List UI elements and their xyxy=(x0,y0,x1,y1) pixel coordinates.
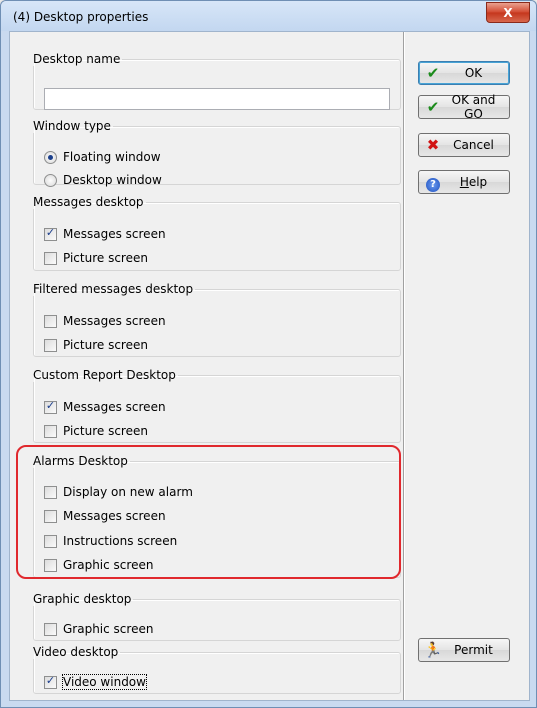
group-legend: Video desktop xyxy=(33,645,119,659)
checkbox-label: Display on new alarm xyxy=(63,485,193,499)
red-x-icon: ✖ xyxy=(426,136,440,154)
radio-label: Floating window xyxy=(63,150,161,164)
group-legend: Custom Report Desktop xyxy=(33,368,176,382)
help-button[interactable]: ? Help xyxy=(418,170,510,194)
radio-label: Desktop window xyxy=(63,173,162,187)
alarms-display-on-new-alarm-checkbox[interactable]: Display on new alarm xyxy=(44,484,193,500)
ok-and-go-button[interactable]: ✔ OK and GO xyxy=(418,93,510,121)
graphic-desktop-graphic-screen-checkbox[interactable]: Graphic screen xyxy=(44,621,153,637)
checkbox-label: Video window xyxy=(62,674,147,690)
radio-button[interactable] xyxy=(44,150,57,164)
checkbox-label: Messages screen xyxy=(63,314,166,328)
running-man-icon: 🏃 xyxy=(423,641,443,659)
video-desktop-group: Video desktop Video window xyxy=(33,645,401,694)
cancel-button[interactable]: ✖ Cancel xyxy=(418,133,510,157)
help-label-rest: elp xyxy=(468,175,488,189)
checkbox[interactable] xyxy=(44,674,57,689)
messages-desktop-group: Messages desktop Messages screen Picture… xyxy=(33,195,401,271)
checkbox-label: Messages screen xyxy=(63,227,166,241)
help-icon: ? xyxy=(422,173,444,192)
button-label: Cancel xyxy=(453,138,494,152)
close-button[interactable]: X xyxy=(486,2,530,23)
messages-desktop-messages-screen-checkbox[interactable]: Messages screen xyxy=(44,226,166,242)
checkbox-label: Picture screen xyxy=(63,251,148,265)
group-legend: Alarms Desktop xyxy=(33,454,128,468)
group-legend: Graphic desktop xyxy=(33,592,132,606)
checkbox[interactable] xyxy=(44,534,57,548)
close-icon: X xyxy=(503,5,513,20)
alarms-graphic-screen-checkbox[interactable]: Graphic screen xyxy=(44,557,153,573)
checkbox-label: Messages screen xyxy=(63,509,166,523)
help-mnemonic: H xyxy=(459,175,469,189)
checkbox[interactable] xyxy=(44,558,57,572)
video-window-checkbox[interactable]: Video window xyxy=(44,674,147,690)
title-bar[interactable]: (4) Desktop properties X xyxy=(1,1,536,31)
button-label: Help xyxy=(444,175,509,189)
checkmark-icon: ✔ xyxy=(426,64,440,82)
checkbox-label: Picture screen xyxy=(63,424,148,438)
group-legend: Window type xyxy=(33,119,111,133)
custom-report-messages-screen-checkbox[interactable]: Messages screen xyxy=(44,399,166,415)
desktop-name-input[interactable] xyxy=(44,88,390,110)
checkbox-label: Graphic screen xyxy=(63,558,154,572)
button-label: OK and GO xyxy=(451,93,496,121)
ok-button[interactable]: ✔ OK xyxy=(418,61,510,85)
checkbox[interactable] xyxy=(44,251,57,265)
group-legend: Messages desktop xyxy=(33,195,144,209)
checkbox[interactable] xyxy=(44,338,57,352)
filtered-messages-screen-checkbox[interactable]: Messages screen xyxy=(44,313,166,329)
alarms-instructions-screen-checkbox[interactable]: Instructions screen xyxy=(44,533,177,549)
dialog-client-area: Desktop name Window type Floating window… xyxy=(9,31,530,701)
desktop-name-group: Desktop name xyxy=(33,52,401,110)
custom-report-desktop-group: Custom Report Desktop Messages screen Pi… xyxy=(33,368,401,443)
alarms-desktop-group: Alarms Desktop Display on new alarm Mess… xyxy=(33,454,401,578)
permit-button[interactable]: 🏃 Permit xyxy=(418,638,510,662)
checkbox-label: Graphic screen xyxy=(63,622,154,636)
window-type-group: Window type Floating window Desktop wind… xyxy=(33,119,401,188)
messages-desktop-picture-screen-checkbox[interactable]: Picture screen xyxy=(44,250,148,266)
custom-report-picture-screen-checkbox[interactable]: Picture screen xyxy=(44,423,148,439)
checkbox[interactable] xyxy=(44,509,57,523)
alarms-messages-screen-checkbox[interactable]: Messages screen xyxy=(44,508,166,524)
radio-button[interactable] xyxy=(44,173,57,187)
checkbox-label: Messages screen xyxy=(63,400,166,414)
checkbox[interactable] xyxy=(44,314,57,328)
dialog-window: (4) Desktop properties X Desktop name Wi… xyxy=(0,0,537,708)
button-label: Permit xyxy=(454,643,493,657)
filtered-picture-screen-checkbox[interactable]: Picture screen xyxy=(44,337,148,353)
checkbox[interactable] xyxy=(44,226,57,241)
window-title: (4) Desktop properties xyxy=(13,10,149,24)
checkbox[interactable] xyxy=(44,399,57,414)
checkbox[interactable] xyxy=(44,424,57,438)
checkbox-label: Instructions screen xyxy=(63,534,178,548)
desktop-window-radio[interactable]: Desktop window xyxy=(44,172,162,188)
graphic-desktop-group: Graphic desktop Graphic screen xyxy=(33,592,401,641)
checkbox[interactable] xyxy=(44,622,57,636)
floating-window-radio[interactable]: Floating window xyxy=(44,149,161,165)
vertical-divider xyxy=(403,32,404,700)
button-label: OK xyxy=(464,66,483,80)
checkbox-label: Picture screen xyxy=(63,338,148,352)
checkbox[interactable] xyxy=(44,485,57,499)
group-legend: Filtered messages desktop xyxy=(33,282,194,296)
group-legend: Desktop name xyxy=(33,52,121,66)
filtered-messages-desktop-group: Filtered messages desktop Messages scree… xyxy=(33,282,401,357)
checkmark-icon: ✔ xyxy=(426,98,440,116)
